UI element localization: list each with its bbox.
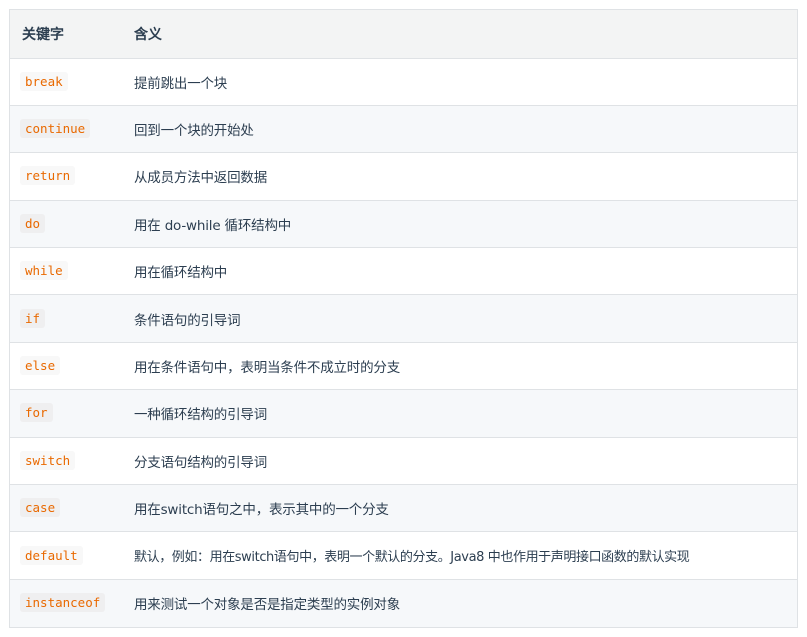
- meaning-cell: 默认，例如：用在switch语句中，表明一个默认的分支。Java8 中也作用于声…: [134, 550, 690, 566]
- header-meaning: 含义: [122, 10, 797, 59]
- keyword-code: continue: [20, 119, 91, 139]
- keyword-code: for: [20, 403, 53, 423]
- table-row: while 用在循环结构中: [10, 248, 797, 295]
- keyword-cell: switch: [10, 437, 122, 484]
- meaning-cell: 用在switch语句之中，表示其中的一个分支: [134, 502, 389, 519]
- keyword-code: do: [20, 213, 46, 233]
- keyword-cell: continue: [10, 105, 122, 152]
- meaning-cell: 回到一个块的开始处: [134, 123, 254, 140]
- meaning-cell: 提前跳出一个块: [134, 75, 228, 92]
- keyword-code: else: [20, 356, 61, 376]
- table-row: break 提前跳出一个块: [10, 58, 797, 106]
- keyword-code: return: [20, 166, 76, 186]
- table-row: if 条件语句的引导词: [10, 294, 797, 343]
- table-row: instanceof 用来测试一个对象是否是指定类型的实例对象: [10, 579, 797, 627]
- table-row: default 默认，例如：用在switch语句中，表明一个默认的分支。Java…: [10, 532, 797, 580]
- meaning-cell: 用来测试一个对象是否是指定类型的实例对象: [134, 597, 400, 614]
- table-row: for 一种循环结构的引导词: [10, 389, 797, 438]
- keyword-cell: do: [10, 200, 122, 247]
- keyword-code: default: [20, 545, 83, 565]
- keyword-cell: default: [10, 532, 122, 579]
- meaning-cell: 分支语句结构的引导词: [134, 454, 267, 471]
- keyword-code: while: [20, 261, 68, 281]
- keyword-cell: return: [10, 153, 122, 200]
- keyword-cell: for: [10, 390, 122, 437]
- table-row: do 用在 do-while 循环结构中: [10, 200, 797, 248]
- table-row: else 用在条件语句中，表明当条件不成立时的分支: [10, 342, 797, 390]
- keyword-table: 关键字 含义 break 提前跳出一个块 continue 回到一个块的开始处 …: [10, 10, 797, 627]
- keyword-code: if: [20, 308, 46, 328]
- table-row: continue 回到一个块的开始处: [10, 105, 797, 153]
- keyword-code: break: [20, 71, 68, 91]
- table-row: case 用在switch语句之中，表示其中的一个分支: [10, 484, 797, 532]
- keyword-code: case: [20, 498, 61, 518]
- keyword-cell: if: [10, 295, 122, 342]
- table-row: return 从成员方法中返回数据: [10, 153, 797, 201]
- meaning-cell: 一种循环结构的引导词: [134, 407, 267, 424]
- keyword-cell: break: [10, 58, 122, 105]
- keyword-code: instanceof: [20, 593, 106, 613]
- header-keyword: 关键字: [10, 10, 122, 59]
- keyword-cell: else: [10, 342, 122, 389]
- meaning-cell: 条件语句的引导词: [134, 312, 241, 329]
- meaning-cell: 用在循环结构中: [134, 265, 228, 282]
- keyword-table-container: 关键字 含义 break 提前跳出一个块 continue 回到一个块的开始处 …: [9, 9, 798, 628]
- meaning-cell: 用在条件语句中，表明当条件不成立时的分支: [134, 360, 400, 377]
- meaning-cell: 从成员方法中返回数据: [134, 170, 267, 187]
- meaning-cell: 用在 do-while 循环结构中: [134, 217, 292, 234]
- keyword-cell: instanceof: [10, 579, 122, 626]
- keyword-code: switch: [20, 450, 76, 470]
- table-header-row: 关键字 含义: [10, 10, 797, 59]
- keyword-cell: case: [10, 485, 122, 532]
- table-row: switch 分支语句结构的引导词: [10, 437, 797, 485]
- keyword-cell: while: [10, 248, 122, 295]
